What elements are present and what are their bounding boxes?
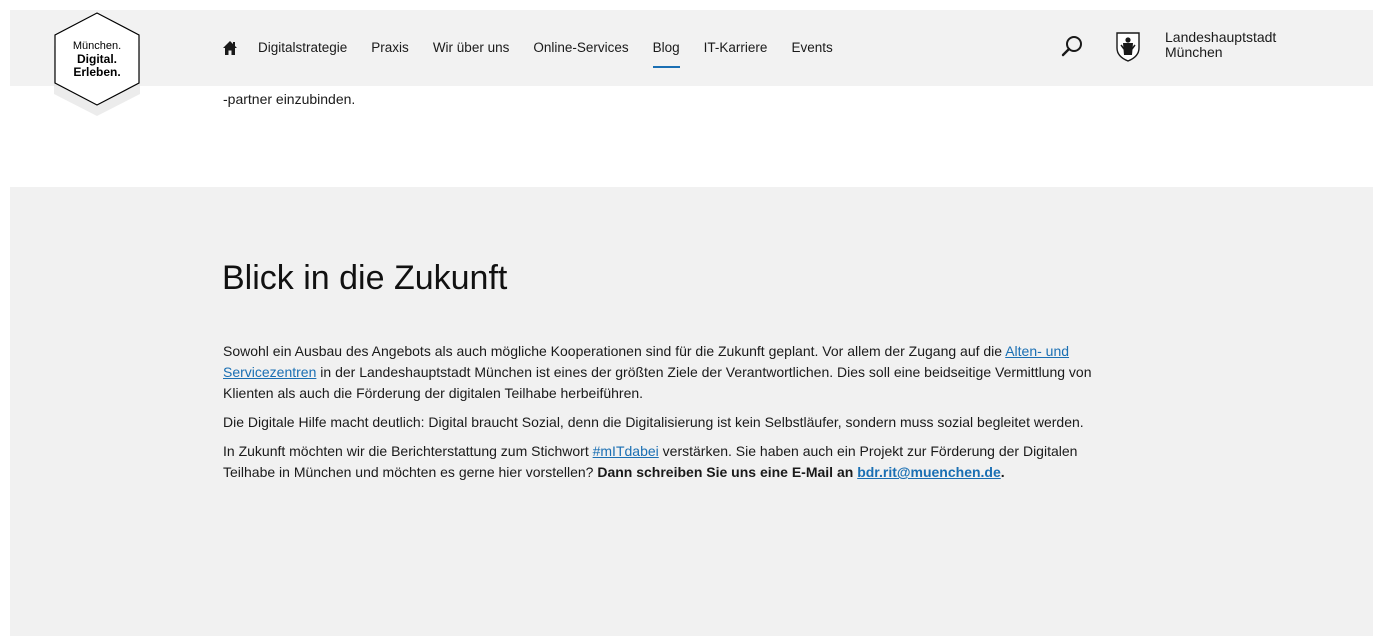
nav-item-digitalstrategie[interactable]: Digitalstrategie [258,10,347,86]
logo-line-2: Digital. Erleben. [73,52,121,79]
email-link[interactable]: bdr.rit@muenchen.de [857,464,1001,480]
nav-item-praxis[interactable]: Praxis [371,10,409,86]
future-section: Blick in die Zukunft Sowohl ein Ausbau d… [10,187,1373,636]
search-icon[interactable] [1060,34,1084,58]
section-content: Sowohl ein Ausbau des Angebots als auch … [223,341,1133,491]
nav-item-online-services[interactable]: Online-Services [533,10,628,86]
site-logo[interactable]: München. Digital. Erleben. [44,10,150,120]
paragraph-1-start: Sowohl ein Ausbau des Angebots als auch … [223,343,1006,359]
home-icon[interactable] [222,40,238,56]
city-name[interactable]: Landeshauptstadt München [1165,30,1276,60]
nav-item-wir-ueber-uns[interactable]: Wir über uns [433,10,510,86]
paragraph-3: In Zukunft möchten wir die Berichterstat… [223,441,1133,483]
contact-end: . [1000,464,1005,480]
city-line-2: München [1165,44,1223,60]
paragraph-1-end: in der Landeshauptstadt München ist eine… [223,364,1092,401]
section-heading: Blick in die Zukunft [222,259,508,297]
contact-call-to-action: Dann schreiben Sie uns eine E-Mail an bd… [597,464,1004,480]
contact-text: Dann schreiben Sie uns eine E-Mail an [597,464,858,480]
hashtag-link[interactable]: #mITdabei [593,443,659,459]
site-header: München. Digital. Erleben. Digitalstrate… [10,10,1373,116]
nav-item-blog[interactable]: Blog [652,10,680,86]
paragraph-2: Die Digitale Hilfe macht deutlich: Digit… [223,414,1084,430]
paragraph-1: Sowohl ein Ausbau des Angebots als auch … [223,341,1133,404]
previous-paragraph-end: -partner einzubinden. [223,91,356,107]
paragraph-3-start: In Zukunft möchten wir die Berichterstat… [223,443,593,459]
main-navigation: Digitalstrategie Praxis Wir über uns Onl… [222,10,857,86]
nav-item-it-karriere[interactable]: IT-Karriere [704,10,768,86]
logo-text: München. Digital. Erleben. [58,40,136,79]
city-line-1: Landeshauptstadt [1165,29,1277,45]
nav-item-events[interactable]: Events [791,10,832,86]
city-crest-icon [1116,32,1140,62]
